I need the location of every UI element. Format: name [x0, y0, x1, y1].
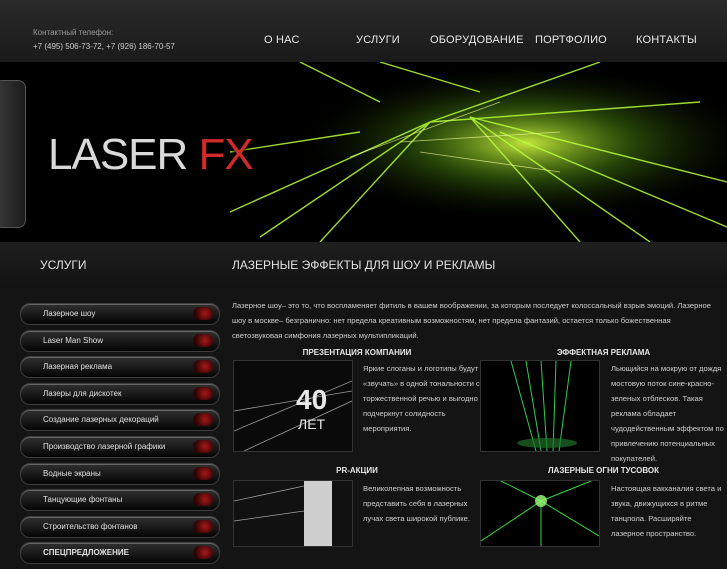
block-text-party-lights: Настоящая вакханалия света и звука, движ…: [611, 484, 722, 538]
image-caption-years: ЛЕТ: [298, 416, 326, 432]
block-heading-presentation: ПРЕЗЕНТАЦИЯ КОМПАНИИ: [302, 348, 412, 357]
sidebar-item-laser-decorations[interactable]: Создание лазерных декораций: [20, 409, 220, 432]
block-heading-pr: PR-АКЦИИ: [336, 466, 378, 475]
sidebar-item-dancing-fountains[interactable]: Танцующие фонтаны: [20, 489, 220, 512]
contact-label: Контактный телефон:: [33, 28, 114, 37]
block-heading-advertising: ЭФФЕКТНАЯ РЕКЛАМА: [556, 348, 651, 357]
sidebar-item-special-offer[interactable]: СПЕЦПРЕДЛОЖЕНИЕ: [20, 542, 220, 565]
nav-about[interactable]: О НАС: [264, 34, 300, 46]
logo-laser-text: LASER: [48, 130, 188, 179]
sidebar-item-disco-lasers[interactable]: Лазеры для дискотек: [20, 382, 220, 405]
party-lights-image[interactable]: [480, 480, 600, 547]
sidebar-item-fountain-construction[interactable]: Строительство фонтанов: [20, 515, 220, 538]
presentation-image[interactable]: 40 ЛЕТ: [233, 360, 353, 452]
logo-fx-text: FX: [198, 130, 254, 179]
side-tab: [0, 80, 26, 228]
sidebar-item-laser-show[interactable]: Лазерное шоу: [20, 303, 220, 325]
pr-image[interactable]: [233, 480, 353, 547]
block-text-advertising: Льющийся на мокрую от дождя мостовую пот…: [611, 364, 724, 463]
sidebar-item-laser-advertising[interactable]: Лазерная реклама: [20, 356, 220, 379]
sidebar-menu: Лазерное шоу Laser Man Show Лазерная рек…: [20, 303, 220, 569]
contact-phones: +7 (495) 506-73-72, +7 (926) 186-70-57: [33, 42, 175, 51]
nav-services[interactable]: УСЛУГИ: [356, 34, 400, 46]
sidebar-title: УСЛУГИ: [40, 258, 87, 272]
nav-portfolio[interactable]: ПОРТФОЛИО: [535, 34, 607, 46]
site-logo[interactable]: LASER FX: [48, 130, 254, 180]
nav-contacts[interactable]: КОНТАКТЫ: [636, 34, 697, 46]
image-caption-40: 40: [296, 384, 327, 415]
nav-equipment[interactable]: ОБОРУДОВАНИЕ: [430, 34, 524, 46]
sidebar-item-laser-graphics[interactable]: Производство лазерной графики: [20, 435, 220, 458]
sidebar-item-water-screens[interactable]: Водные экраны: [20, 462, 220, 485]
intro-text: Лазерное шоу– это то, что воспламеняет ф…: [232, 301, 711, 340]
block-text-presentation: Яркие слоганы и логотипы будут «звучать»…: [363, 364, 480, 433]
page-title: ЛАЗЕРНЫЕ ЭФФЕКТЫ ДЛЯ ШОУ И РЕКЛАМЫ: [232, 258, 496, 272]
sidebar-item-laser-man-show[interactable]: Laser Man Show: [20, 329, 220, 352]
block-text-pr: Великолепная возможность представить себ…: [363, 484, 470, 523]
advertising-image[interactable]: [480, 360, 600, 452]
block-heading-party-lights: ЛАЗЕРНЫЕ ОГНИ ТУСОВОК: [547, 466, 660, 475]
